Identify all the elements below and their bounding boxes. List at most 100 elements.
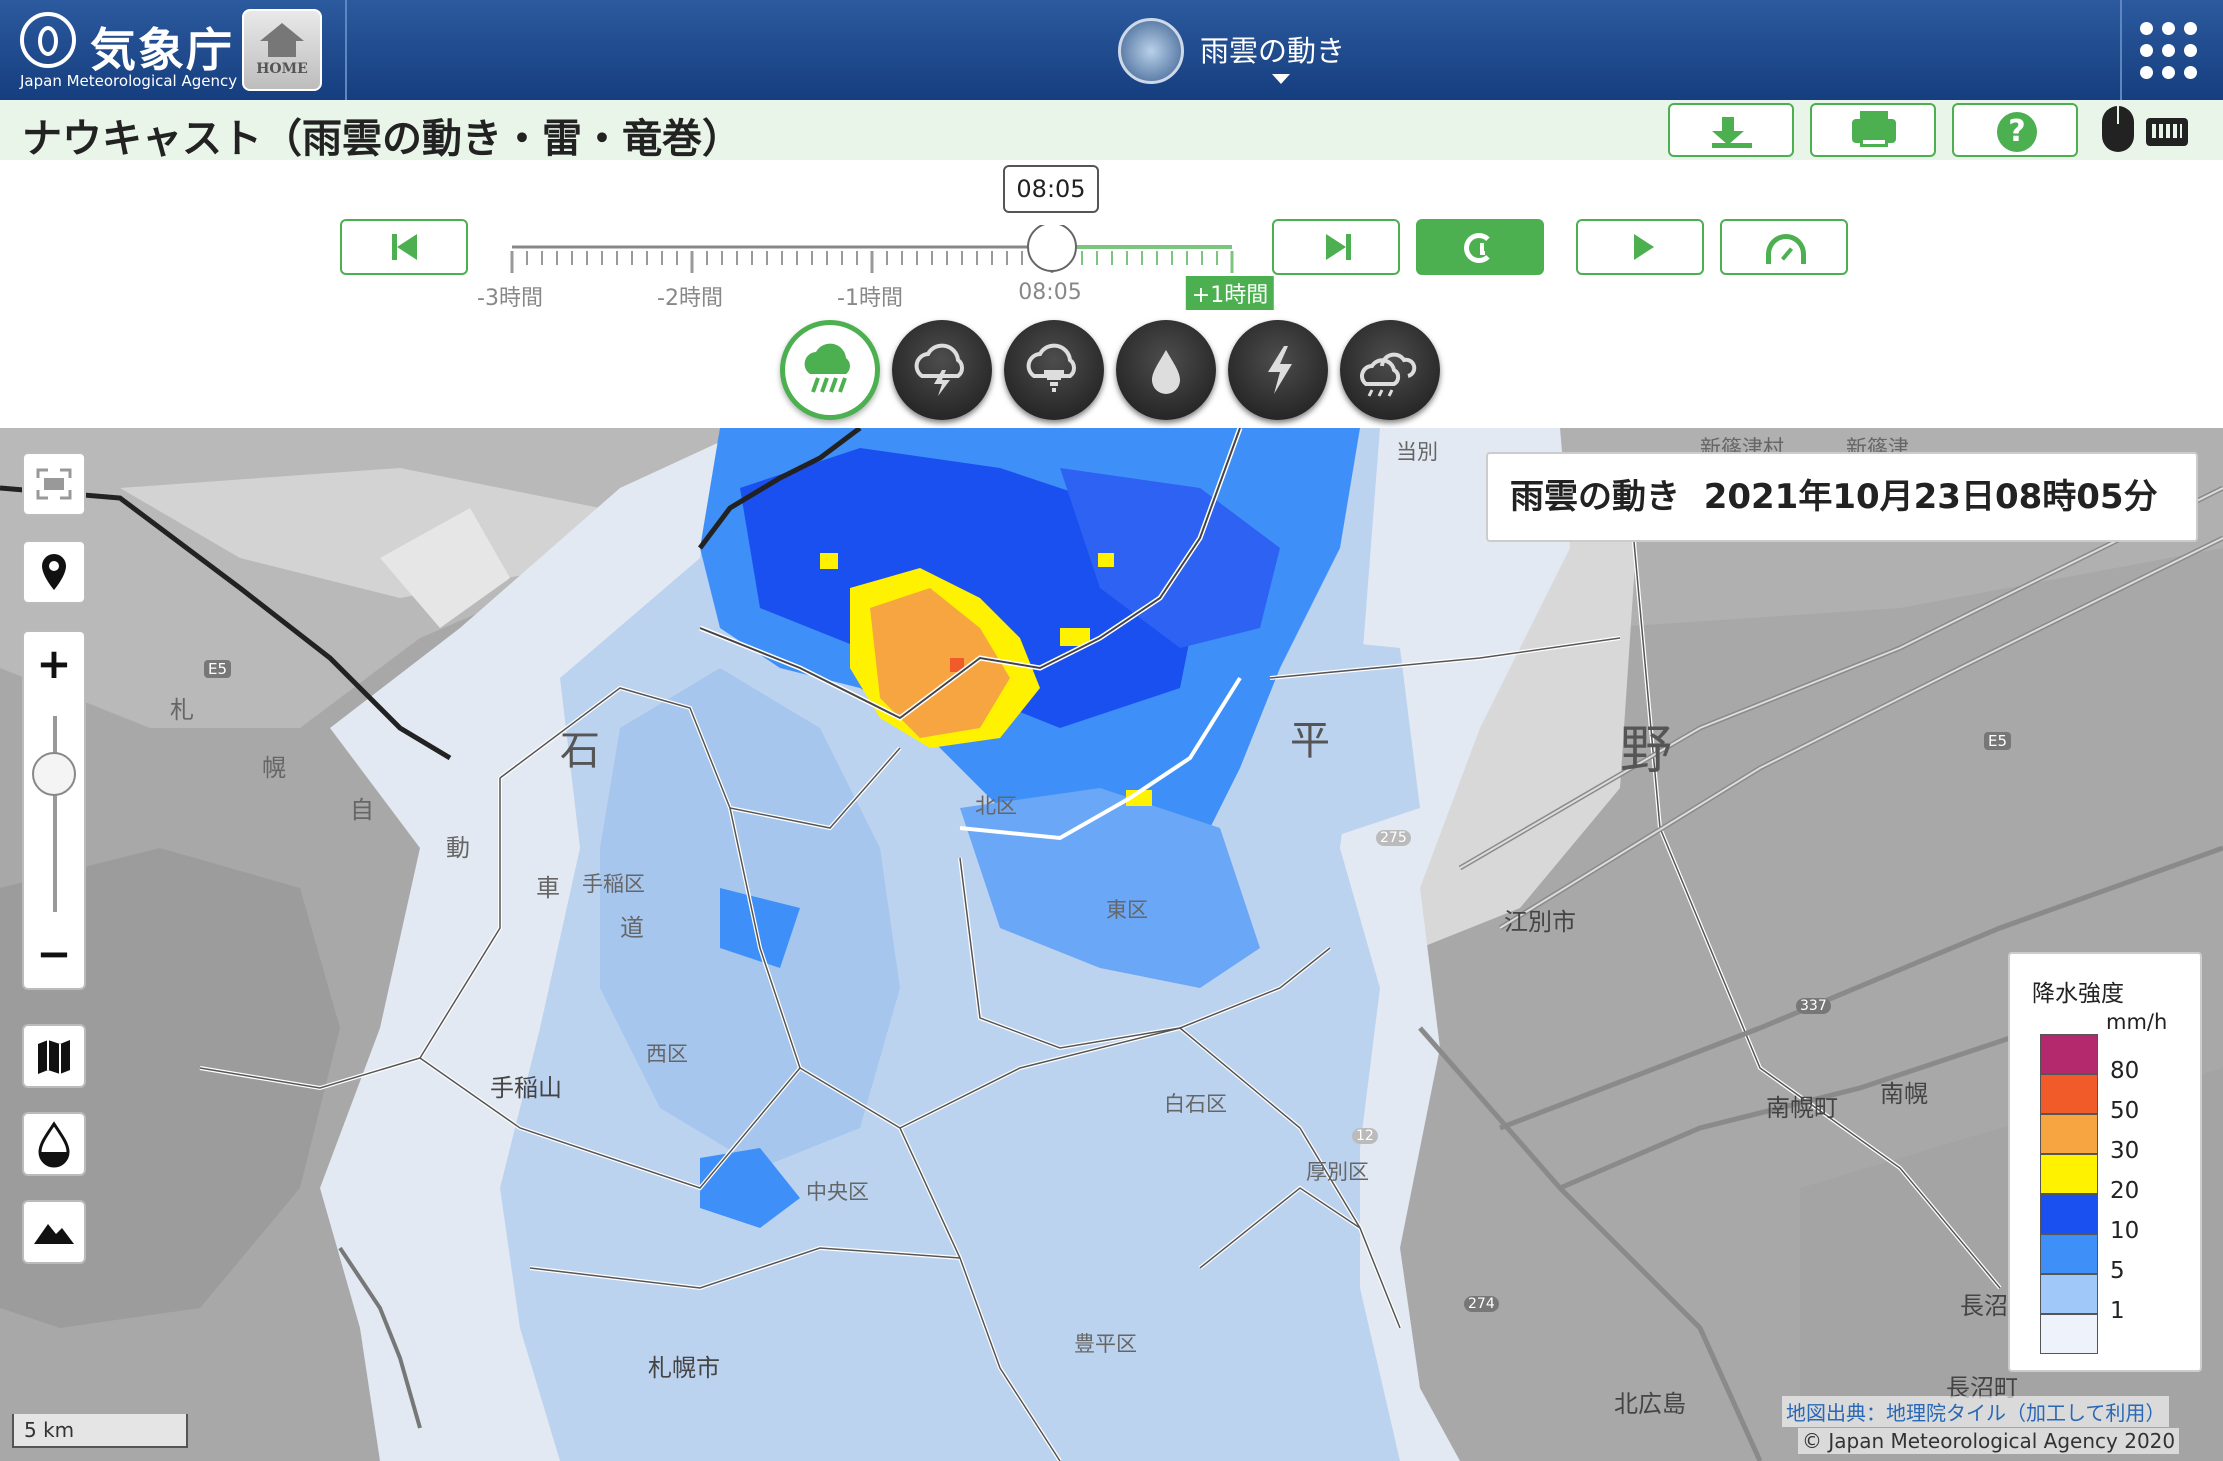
map-label: 野 — [1620, 721, 1673, 781]
map-label: 当別 — [1396, 440, 1438, 464]
location-button[interactable] — [22, 540, 86, 604]
zoom-in-button[interactable]: + — [24, 632, 84, 696]
rain-cloud-icon — [804, 343, 850, 393]
copyright-text: © Japan Meteorological Agency 2020 — [1798, 1428, 2180, 1454]
fullscreen-button[interactable] — [22, 452, 86, 516]
cloud-layers-button[interactable] — [1340, 320, 1440, 420]
legend-swatch — [2040, 1234, 2098, 1274]
rain-cloud-button[interactable] — [780, 320, 880, 420]
base-map-button[interactable] — [22, 1024, 86, 1088]
map-label: 中央区 — [806, 1180, 869, 1204]
map-icon — [38, 1040, 70, 1074]
legend-value: 80 — [2110, 1058, 2140, 1084]
road-badge: E5 — [1984, 732, 2012, 750]
help-button[interactable]: ? — [1952, 103, 2078, 157]
skip-to-end-button[interactable] — [1272, 219, 1400, 275]
map-label: 幌 — [262, 754, 286, 782]
scale-bar: 5 km — [12, 1414, 188, 1448]
home-label: HOME — [256, 61, 308, 77]
top-bar: 気象庁 Japan Meteorological Agency HOME 雨雲の… — [0, 0, 2223, 100]
mountain-icon — [34, 1224, 74, 1244]
jma-logo[interactable]: 気象庁 Japan Meteorological Agency — [14, 8, 237, 94]
time-slider[interactable] — [470, 225, 1250, 285]
map-canvas — [0, 428, 2223, 1461]
map-label: 北区 — [975, 794, 1017, 818]
map-source-link[interactable]: 地図出典：地理院タイル（加工して利用） — [1782, 1396, 2170, 1427]
zoom-slider-knob[interactable] — [32, 752, 76, 796]
tick-label: -3時間 — [477, 286, 543, 311]
legend-unit: mm/h — [2106, 1010, 2168, 1034]
precipitation-legend: 降水強度 mm/h 80 50 30 20 10 5 1 — [2008, 952, 2202, 1372]
map-label: 札幌市 — [648, 1354, 720, 1382]
map-label: 東区 — [1106, 898, 1148, 922]
logo-text: 気象庁 — [90, 23, 234, 77]
mouse-icon[interactable] — [2102, 106, 2134, 152]
radar-icon — [1118, 18, 1184, 84]
map-label: 南幌 — [1880, 1080, 1928, 1108]
tornado-button[interactable] — [1004, 320, 1104, 420]
tick-label: 08:05 — [1018, 280, 1082, 305]
tick-label: -1時間 — [837, 286, 903, 311]
map-label: 石 — [560, 728, 600, 774]
print-button[interactable] — [1810, 103, 1936, 157]
rain-overlay-button[interactable] — [22, 1112, 86, 1176]
home-button[interactable]: HOME — [242, 9, 322, 91]
legend-value: 30 — [2110, 1138, 2140, 1164]
legend-swatch — [2040, 1114, 2098, 1154]
water-drop-icon — [1152, 350, 1180, 394]
terrain-button[interactable] — [22, 1200, 86, 1264]
tick-label: -2時間 — [657, 286, 723, 311]
info-title: 雨雲の動き — [1510, 477, 1680, 517]
zoom-out-button[interactable]: − — [24, 924, 84, 988]
legend-swatch — [2040, 1194, 2098, 1234]
road-badge: 274 — [1464, 1296, 1499, 1312]
precipitation-map[interactable]: 北区 東区 手稲区 西区 白石区 中央区 厚別区 豊平区 札幌市 江別市 南幌町… — [0, 428, 2223, 1461]
road-badge: 12 — [1352, 1128, 1378, 1144]
keyboard-icon[interactable] — [2146, 118, 2188, 146]
legend-swatch — [2040, 1034, 2098, 1074]
water-drop-icon — [38, 1121, 70, 1168]
download-icon — [1712, 117, 1744, 145]
map-label: 白石区 — [1164, 1092, 1227, 1116]
legend-value: 10 — [2110, 1218, 2140, 1244]
skip-end-icon — [1326, 234, 1346, 260]
product-title: 雨雲の動き — [1200, 34, 1346, 68]
app-menu-grid-icon[interactable] — [2140, 22, 2198, 80]
print-icon — [1852, 111, 1896, 147]
map-label: 手稲区 — [582, 872, 645, 896]
legend-swatch — [2040, 1154, 2098, 1194]
legend-swatch — [2040, 1314, 2098, 1354]
latest-button[interactable] — [1416, 219, 1544, 275]
play-icon — [1634, 234, 1654, 260]
home-icon — [260, 23, 304, 41]
skip-to-start-button[interactable] — [340, 219, 468, 275]
slider-knob[interactable] — [1027, 225, 1077, 272]
zoom-control: + − — [22, 630, 86, 990]
legend-swatch — [2040, 1074, 2098, 1114]
download-button[interactable] — [1668, 103, 1794, 157]
map-label: 手稲山 — [490, 1074, 562, 1102]
lightning-icon — [1268, 346, 1292, 394]
road-badge: 275 — [1376, 830, 1411, 846]
speed-button[interactable] — [1720, 219, 1848, 275]
map-label: 自 — [350, 796, 374, 824]
map-label: 南幌町 — [1766, 1094, 1838, 1122]
thunder-cloud-icon — [914, 343, 964, 396]
map-label: 平 — [1290, 718, 1330, 764]
thunder-cloud-button[interactable] — [892, 320, 992, 420]
cloud-layers-icon — [1360, 352, 1417, 397]
legend-value: 50 — [2110, 1098, 2140, 1124]
legend-value: 1 — [2110, 1298, 2125, 1324]
zoom-slider-track[interactable] — [53, 716, 57, 912]
jma-logo-icon — [20, 12, 76, 68]
precipitation-button[interactable] — [1116, 320, 1216, 420]
lightning-button[interactable] — [1228, 320, 1328, 420]
legend-title: 降水強度 — [2032, 981, 2124, 1007]
road-badge: 337 — [1796, 998, 1831, 1014]
map-label: 江別市 — [1504, 908, 1576, 936]
map-label: 厚別区 — [1306, 1160, 1369, 1184]
legend-swatch — [2040, 1274, 2098, 1314]
map-label: 車 — [536, 874, 560, 902]
play-button[interactable] — [1576, 219, 1704, 275]
tick-label-forecast: +1時間 — [1185, 276, 1275, 310]
